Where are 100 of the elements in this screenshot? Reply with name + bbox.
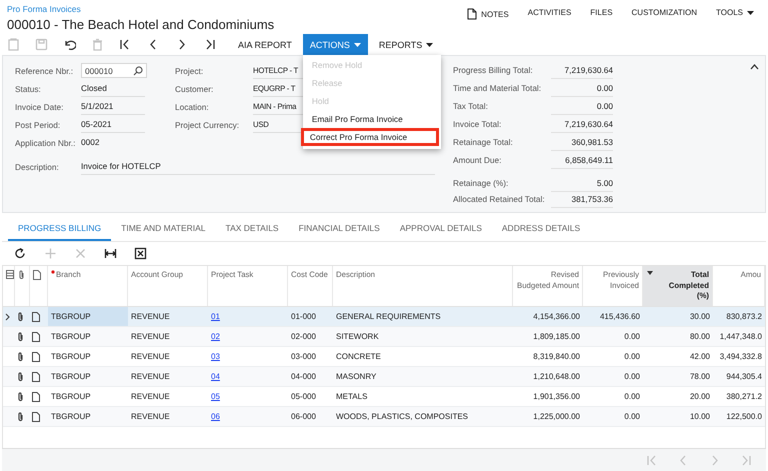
task-link[interactable]: 01 (211, 312, 220, 321)
table-cell: 04-000 (291, 372, 316, 381)
table-cell: TBGROUP (51, 332, 91, 341)
undo-icon[interactable] (63, 38, 76, 51)
table-cell: 415,436.60 (600, 312, 640, 321)
table-cell: 80.00 (690, 332, 710, 341)
paperclip-icon (18, 270, 25, 280)
table-cell: 380,271.2 (726, 392, 762, 401)
table-cell: 0.00 (624, 392, 640, 401)
excel-icon[interactable] (134, 247, 147, 260)
field-label: Description: (15, 161, 60, 174)
table-cell: 122,500.0 (726, 412, 762, 421)
input-field[interactable]: 000010 (81, 63, 147, 78)
table-cell: REVENUE (131, 372, 170, 381)
note-icon (33, 270, 41, 280)
table-row[interactable]: TBGROUP REVENUE 06 06-000 WOODS, PLASTICS, COMPOSITES 1,225,000.00 0.00 10.00 122,500.0 (3, 407, 765, 427)
top-link[interactable]: FILES (590, 8, 613, 17)
table-cell: 1,210,648.00 (533, 372, 580, 381)
table-row[interactable]: TBGROUP REVENUE 02 02-000 SITEWORK 1,809,185.00 0.00 80.00 1,447,348.0 (3, 327, 765, 347)
field-label: Application Nbr.: (15, 137, 76, 150)
tab[interactable]: TAX DETAILS (216, 219, 289, 241)
tab[interactable]: ADDRESS DETAILS (492, 219, 590, 241)
caret-icon (354, 42, 361, 46)
table-cell: TBGROUP (51, 312, 91, 321)
table-cell: METALS (336, 392, 368, 401)
field-value: 000010 (85, 66, 113, 76)
table-cell: 03-000 (291, 352, 316, 361)
table-cell: REVENUE (131, 312, 170, 321)
field-value: 0.00 (551, 99, 613, 115)
menu-item[interactable]: Correct Pro Forma Invoice (300, 128, 439, 146)
table-cell: SITEWORK (336, 332, 379, 341)
sort-icon (647, 271, 653, 275)
table-cell: 3,494,332.8 (720, 352, 762, 361)
table-cell: 1,447,348.0 (720, 332, 762, 341)
field-label: Tax Total: (453, 100, 489, 113)
top-link[interactable]: ACTIVITIES (528, 8, 572, 17)
field-label: Invoice Date: (15, 101, 64, 114)
dropdown-button[interactable]: ACTIONS (302, 34, 368, 55)
table-cell: REVENUE (131, 352, 170, 361)
table-cell: 0.00 (624, 352, 640, 361)
table-cell: TBGROUP (51, 412, 91, 421)
table-cell: 06-000 (291, 412, 316, 421)
task-link[interactable]: 05 (211, 392, 220, 401)
table-row[interactable]: TBGROUP REVENUE 01 01-000 GENERAL REQUIREMENTS 4,154,366.00 415,436.60 30.00 830,873.2 (3, 307, 765, 327)
table-cell: MASONRY (336, 372, 376, 381)
table-cell: 0.00 (624, 412, 640, 421)
top-link[interactable]: CUSTOMIZATION (632, 8, 698, 17)
table-cell: GENERAL REQUIREMENTS (336, 312, 441, 321)
table-cell: 0.00 (624, 372, 640, 381)
top-link[interactable]: NOTES (467, 8, 509, 20)
field-value: Invoice for HOTELCP (81, 159, 435, 175)
field-label: Customer: (175, 83, 214, 96)
tab[interactable]: TIME AND MATERIAL (111, 219, 216, 241)
tab[interactable]: FINANCIAL DETAILS (288, 219, 390, 241)
task-link[interactable]: 02 (211, 332, 220, 341)
table-cell: WOODS, PLASTICS, COMPOSITES (336, 412, 468, 421)
table-cell: CONCRETE (336, 352, 381, 361)
field-label: Project: (175, 65, 204, 78)
fit-width-icon[interactable] (104, 247, 117, 260)
field-value: 7,219,630.64 (551, 117, 613, 133)
table-cell: TBGROUP (51, 352, 91, 361)
table-cell: REVENUE (131, 332, 170, 341)
table-cell: 1,901,356.00 (533, 392, 580, 401)
columns-icon[interactable] (6, 270, 14, 279)
table-cell: 944,305.4 (726, 372, 762, 381)
table-cell: 42.00 (690, 352, 710, 361)
table-cell: REVENUE (131, 392, 170, 401)
field-value: 0.00 (551, 81, 613, 97)
task-link[interactable]: 06 (211, 412, 220, 421)
search-icon[interactable] (133, 66, 143, 76)
field-label: Status: (15, 83, 42, 96)
field-value: 5.00 (551, 176, 613, 192)
caret-icon (426, 42, 434, 46)
field-label: Post Period: (15, 119, 62, 132)
field-label: Retainage (%): (453, 177, 510, 190)
table-cell: 20.00 (690, 392, 710, 401)
table-row[interactable]: TBGROUP REVENUE 04 04-000 MASONRY 1,210,648.00 0.00 78.00 944,305.4 (3, 367, 765, 387)
note-icon (467, 8, 478, 20)
dropdown-button[interactable]: TOOLS (716, 8, 754, 17)
table-cell: 1,809,185.00 (533, 332, 580, 341)
field-value: Closed (81, 81, 145, 97)
breadcrumb-link[interactable]: Pro Forma Invoices (7, 4, 444, 14)
table-cell: 05-000 (291, 392, 316, 401)
field-label: Progress Billing Total: (453, 64, 534, 77)
task-link[interactable]: 03 (211, 352, 220, 361)
collapse-icon[interactable] (750, 64, 759, 70)
chevron-right-icon (5, 312, 10, 320)
table-cell: 01-000 (291, 312, 316, 321)
field-label: Project Currency: (175, 119, 240, 132)
table-cell: 1,225,000.00 (533, 412, 580, 421)
field-value: 6,858,649.11 (551, 153, 613, 169)
refresh-icon[interactable] (14, 247, 27, 260)
field-value: 381,753.36 (551, 192, 613, 208)
required-icon (51, 270, 55, 274)
tab[interactable]: APPROVAL DETAILS (390, 219, 492, 241)
dropdown-button[interactable]: REPORTS (372, 34, 440, 55)
task-link[interactable]: 04 (211, 372, 220, 381)
tab[interactable]: PROGRESS BILLING (8, 219, 112, 241)
toolbar-button[interactable]: AIA REPORT (231, 34, 299, 55)
field-value: 5/1/2021 (81, 99, 145, 115)
